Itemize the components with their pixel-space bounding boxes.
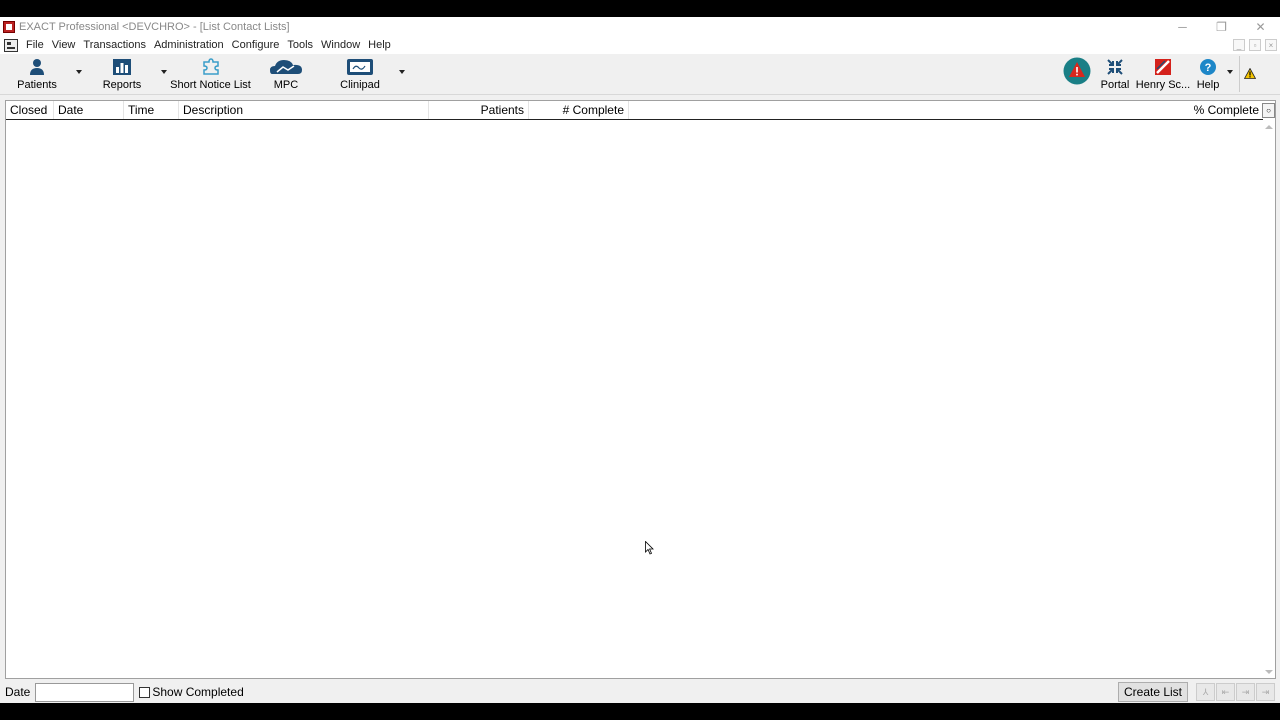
title-bar: EXACT Professional <DEVCHRO> - [List Con… (0, 17, 1280, 36)
help-button[interactable]: ? Help (1195, 57, 1221, 93)
short-notice-list-label: Short Notice List (170, 79, 251, 91)
column-header-closed[interactable]: Closed (6, 101, 54, 119)
menu-view[interactable]: View (48, 39, 80, 51)
column-chooser-button[interactable]: ○ (1262, 103, 1275, 118)
tablet-icon (346, 57, 374, 77)
mouse-cursor-icon (645, 540, 655, 558)
nav-prev-button[interactable]: ⇥ (1236, 683, 1255, 701)
henry-schein-button[interactable]: Henry Sc... (1135, 57, 1191, 93)
cloud-icon (269, 57, 303, 77)
mdi-system-menu-icon[interactable] (4, 38, 18, 52)
column-header-num-complete[interactable]: # Complete (529, 101, 629, 119)
window-title: EXACT Professional <DEVCHRO> - [List Con… (19, 20, 290, 33)
table-header: Closed Date Time Description Patients # … (6, 101, 1263, 120)
menu-transactions[interactable]: Transactions (79, 39, 150, 51)
clinipad-label: Clinipad (340, 79, 380, 91)
clinipad-dropdown-arrow-icon[interactable] (399, 70, 405, 74)
menu-help[interactable]: Help (364, 39, 395, 51)
help-icon: ? (1197, 57, 1219, 77)
footer-bar: Date Show Completed Create List ⅄ ⇤ ⇥ ⇥ (0, 681, 1280, 703)
reports-dropdown-arrow-icon[interactable] (161, 70, 167, 74)
info-button[interactable]: ⅄ (1196, 683, 1215, 701)
scroll-down-icon[interactable] (1265, 670, 1273, 674)
column-header-date[interactable]: Date (54, 101, 124, 119)
app-window: EXACT Professional <DEVCHRO> - [List Con… (0, 17, 1280, 703)
henry-schein-logo-icon (1152, 57, 1174, 77)
show-completed-label[interactable]: Show Completed (152, 685, 243, 699)
create-list-button[interactable]: Create List (1118, 682, 1188, 702)
app-logo-icon (3, 20, 15, 33)
scroll-up-icon[interactable] (1265, 125, 1273, 129)
mdi-controls: _ ▫ × (1233, 39, 1277, 51)
puzzle-icon (200, 57, 222, 77)
mdi-minimize-button[interactable]: _ (1233, 39, 1245, 51)
menu-tools[interactable]: Tools (283, 39, 317, 51)
reports-button[interactable]: Reports (103, 57, 141, 93)
henry-schein-label: Henry Sc... (1135, 79, 1191, 91)
date-filter-input[interactable] (35, 682, 135, 702)
column-header-pct-complete[interactable]: % Complete (629, 101, 1263, 119)
patients-dropdown-arrow-icon[interactable] (76, 70, 82, 74)
help-label: Help (1196, 79, 1220, 91)
show-completed-checkbox[interactable] (139, 686, 151, 698)
portal-label: Portal (1100, 79, 1130, 91)
patients-label: Patients (17, 79, 57, 91)
menu-administration[interactable]: Administration (150, 39, 228, 51)
mdi-restore-button[interactable]: ▫ (1249, 39, 1261, 51)
close-button[interactable]: ✕ (1241, 17, 1280, 36)
patients-button[interactable]: Patients (17, 57, 57, 93)
arrows-in-icon (1104, 57, 1126, 77)
toolbar: Patients Reports Short Notice List MPC C… (0, 54, 1280, 95)
portal-button[interactable]: Portal (1100, 57, 1130, 93)
nav-first-button[interactable]: ⇤ (1216, 683, 1235, 701)
record-nav-buttons: ⅄ ⇤ ⇥ ⇥ (1196, 683, 1275, 701)
window-controls: ─ ❐ ✕ (1163, 17, 1280, 36)
column-header-time[interactable]: Time (124, 101, 179, 119)
column-header-patients[interactable]: Patients (429, 101, 529, 119)
person-icon (26, 57, 48, 77)
nav-last-button[interactable]: ⇥ (1256, 683, 1275, 701)
vertical-scrollbar[interactable] (1262, 121, 1275, 678)
mpc-button[interactable]: MPC (267, 57, 305, 93)
menu-configure[interactable]: Configure (228, 39, 284, 51)
contact-lists-table: Closed Date Time Description Patients # … (5, 100, 1276, 679)
alert-icon (1063, 57, 1091, 85)
date-filter-label: Date (5, 685, 31, 699)
short-notice-list-button[interactable]: Short Notice List (170, 57, 251, 93)
help-dropdown-arrow-icon[interactable] (1227, 70, 1233, 74)
warning-icon[interactable] (1243, 67, 1257, 82)
mpc-label: MPC (273, 79, 299, 91)
menu-bar: File View Transactions Administration Co… (0, 36, 1280, 54)
menu-window[interactable]: Window (317, 39, 364, 51)
alert-button[interactable] (1063, 57, 1091, 93)
mdi-close-button[interactable]: × (1265, 39, 1277, 51)
column-header-description[interactable]: Description (179, 101, 429, 119)
bar-chart-icon (111, 57, 133, 77)
restore-button[interactable]: ❐ (1202, 17, 1241, 36)
reports-label: Reports (102, 79, 142, 91)
toolbar-separator (1239, 56, 1240, 92)
table-body[interactable] (6, 121, 1263, 678)
clinipad-button[interactable]: Clinipad (340, 57, 380, 93)
svg-text:?: ? (1205, 62, 1212, 74)
menu-file[interactable]: File (22, 39, 48, 51)
minimize-button[interactable]: ─ (1163, 17, 1202, 36)
